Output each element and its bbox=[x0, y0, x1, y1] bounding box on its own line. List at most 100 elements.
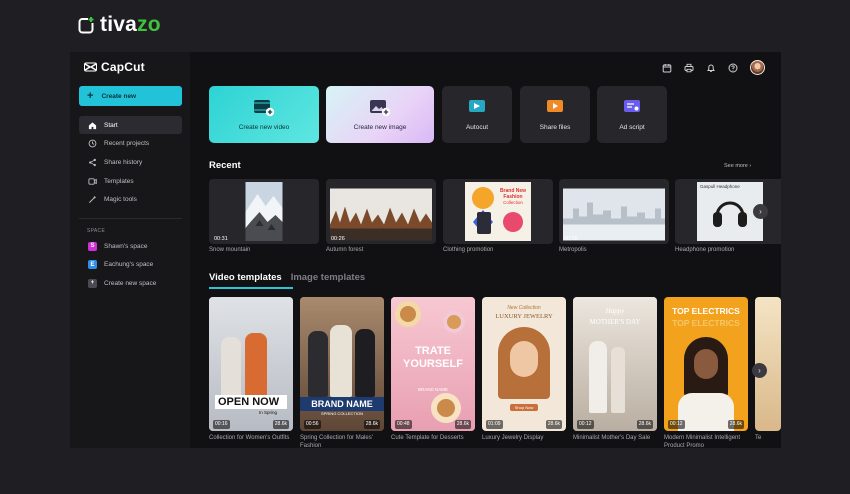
portrait-face bbox=[510, 341, 538, 377]
template-overlay-brand: BRAND NAME bbox=[417, 387, 448, 392]
tile-label: Autocut bbox=[465, 124, 489, 131]
autocut-tile[interactable]: Autocut bbox=[442, 86, 512, 143]
share-icon bbox=[89, 158, 96, 167]
template-overlay-title: TRATE bbox=[415, 345, 451, 357]
template-card[interactable]: BRAND NAME SPRING COLLECTION 00:56 28.6k bbox=[300, 297, 384, 431]
templates-icon bbox=[88, 177, 97, 185]
spaces-list: S Shawn's space E Eachung's space + Crea… bbox=[79, 237, 182, 293]
capcut-logo-icon bbox=[84, 62, 97, 72]
recent-heading: Recent bbox=[209, 160, 241, 171]
template-card[interactable]: OPEN NOW In Spring 00:16 28.6k bbox=[209, 297, 293, 431]
template-likes: 28.6k bbox=[363, 420, 380, 429]
space-label: Shawn's space bbox=[104, 242, 148, 250]
create-new-button[interactable]: + Create new bbox=[79, 86, 182, 106]
template-overlay-kicker: Happy bbox=[605, 307, 625, 315]
see-more-link[interactable]: See more › bbox=[724, 163, 751, 169]
template-duration: 00:56 bbox=[304, 420, 321, 429]
bell-icon[interactable] bbox=[706, 63, 716, 73]
space-item-eachung[interactable]: E Eachung's space bbox=[79, 256, 182, 275]
template-overlay-title: BRAND NAME bbox=[300, 397, 384, 411]
headphones-icon bbox=[713, 201, 747, 227]
templates-next-button[interactable]: › bbox=[752, 363, 767, 378]
recent-next-button[interactable]: › bbox=[753, 204, 768, 219]
space-avatar: E bbox=[88, 260, 97, 270]
headphone-label: Gaspull Headphone bbox=[700, 184, 740, 189]
template-meta: 00:56 28.6k bbox=[300, 420, 384, 429]
recent-thumbnail: Brand New Fashion Collection bbox=[465, 182, 531, 241]
recent-card-clothing-promotion[interactable]: Brand New Fashion Collection bbox=[443, 179, 553, 244]
autocut-icon bbox=[469, 100, 485, 112]
ad-script-tile[interactable]: Ad script bbox=[597, 86, 667, 143]
template-likes: 28.6k bbox=[727, 420, 744, 429]
model-figure bbox=[355, 329, 375, 397]
create-new-image-tile[interactable]: Create new image bbox=[326, 86, 434, 143]
template-overlay-kicker: New Collection bbox=[507, 305, 541, 311]
template-name: Modern Minimalist Intelligent Product Pr… bbox=[664, 435, 741, 448]
model-face bbox=[694, 349, 718, 379]
recent-card-autumn-forest[interactable]: 00:26 bbox=[326, 179, 436, 244]
recent-card-metropolis[interactable]: 00:15 bbox=[559, 179, 669, 244]
capcut-logo[interactable]: CapCut bbox=[84, 60, 145, 74]
video-add-icon bbox=[254, 100, 275, 117]
recent-name: Clothing promotion bbox=[443, 247, 494, 253]
tile-label: Share files bbox=[539, 124, 571, 131]
chevron-right-icon: › bbox=[759, 207, 762, 216]
template-name: Cute Template for Desserts bbox=[391, 435, 464, 441]
space-header: SPACE bbox=[87, 228, 106, 234]
template-meta: 00:48 28.6k bbox=[391, 420, 475, 429]
recent-duration: 00:26 bbox=[331, 236, 345, 242]
recent-name: Snow mountain bbox=[209, 247, 251, 253]
template-card[interactable]: Happy MOTHER'S DAY 00:12 28.6k bbox=[573, 297, 657, 431]
sidebar-item-templates[interactable]: Templates bbox=[79, 172, 182, 190]
sidebar-nav: Start Recent projects Share history Temp… bbox=[79, 116, 182, 209]
template-overlay-title: MOTHER'S DAY bbox=[589, 318, 641, 326]
sidebar-item-share-history[interactable]: Share history bbox=[79, 153, 182, 171]
chevron-right-icon: › bbox=[758, 366, 761, 375]
shop-now-button: Shop Now bbox=[510, 404, 538, 411]
recent-duration: 00:15 bbox=[564, 236, 578, 242]
create-new-label: Create new bbox=[101, 92, 137, 100]
share-files-tile[interactable]: Share files bbox=[520, 86, 590, 143]
create-new-space-button[interactable]: + Create new space bbox=[79, 274, 182, 293]
template-duration: 01:09 bbox=[486, 420, 503, 429]
plus-icon: + bbox=[88, 278, 97, 288]
share-files-icon bbox=[547, 100, 563, 112]
chevron-right-icon: › bbox=[749, 163, 752, 169]
tab-video-templates[interactable]: Video templates bbox=[209, 272, 282, 283]
recent-card-snow-mountain[interactable]: 00:31 bbox=[209, 179, 319, 244]
template-name: Minimalist Mother's Day Sale bbox=[573, 435, 651, 441]
create-new-video-tile[interactable]: Create new video bbox=[209, 86, 319, 143]
template-card[interactable]: TRATE YOURSELF BRAND NAME 00:48 28.6k bbox=[391, 297, 475, 431]
user-avatar[interactable] bbox=[750, 60, 765, 75]
sidebar-item-magic-tools[interactable]: Magic tools bbox=[79, 191, 182, 209]
help-icon[interactable] bbox=[728, 63, 738, 73]
sidebar-item-recent-projects[interactable]: Recent projects bbox=[79, 135, 182, 153]
template-meta: 00:12 28.6k bbox=[664, 420, 748, 429]
template-meta: 00:16 28.6k bbox=[209, 420, 293, 429]
template-card[interactable]: New Collection LUXURY JEWELRY Shop Now 0… bbox=[482, 297, 566, 431]
tab-image-templates[interactable]: Image templates bbox=[291, 272, 365, 283]
recent-thumbnail bbox=[330, 188, 432, 241]
template-card[interactable]: TOP ELECTRICS TOP ELECTRICS 00:12 28.6k bbox=[664, 297, 748, 431]
template-likes: 28.6k bbox=[454, 420, 471, 429]
recent-thumbnail bbox=[245, 182, 283, 241]
calendar-icon[interactable] bbox=[662, 63, 672, 73]
template-overlay-sub: SPRING COLLECTION bbox=[320, 411, 363, 416]
model-figure bbox=[330, 325, 352, 397]
sidebar: CapCut + Create new Start Recent project… bbox=[70, 52, 190, 448]
recent-name: Headphone promotion bbox=[675, 247, 735, 253]
model-figure bbox=[611, 347, 625, 413]
printer-icon[interactable] bbox=[684, 63, 694, 73]
recent-name: Autumn forest bbox=[326, 247, 364, 253]
see-more-label: See more bbox=[724, 163, 748, 169]
tivazo-logo-icon bbox=[78, 16, 95, 34]
tile-label: Create new image bbox=[353, 124, 407, 131]
active-tab-indicator bbox=[209, 287, 293, 289]
sidebar-item-label: Share history bbox=[104, 158, 143, 166]
template-likes: 28.6k bbox=[272, 420, 289, 429]
home-icon bbox=[88, 121, 97, 129]
svg-text:Collection: Collection bbox=[503, 200, 523, 205]
template-name: Te bbox=[755, 435, 762, 441]
sidebar-item-start[interactable]: Start bbox=[79, 116, 182, 134]
space-item-shawn[interactable]: S Shawn's space bbox=[79, 237, 182, 256]
